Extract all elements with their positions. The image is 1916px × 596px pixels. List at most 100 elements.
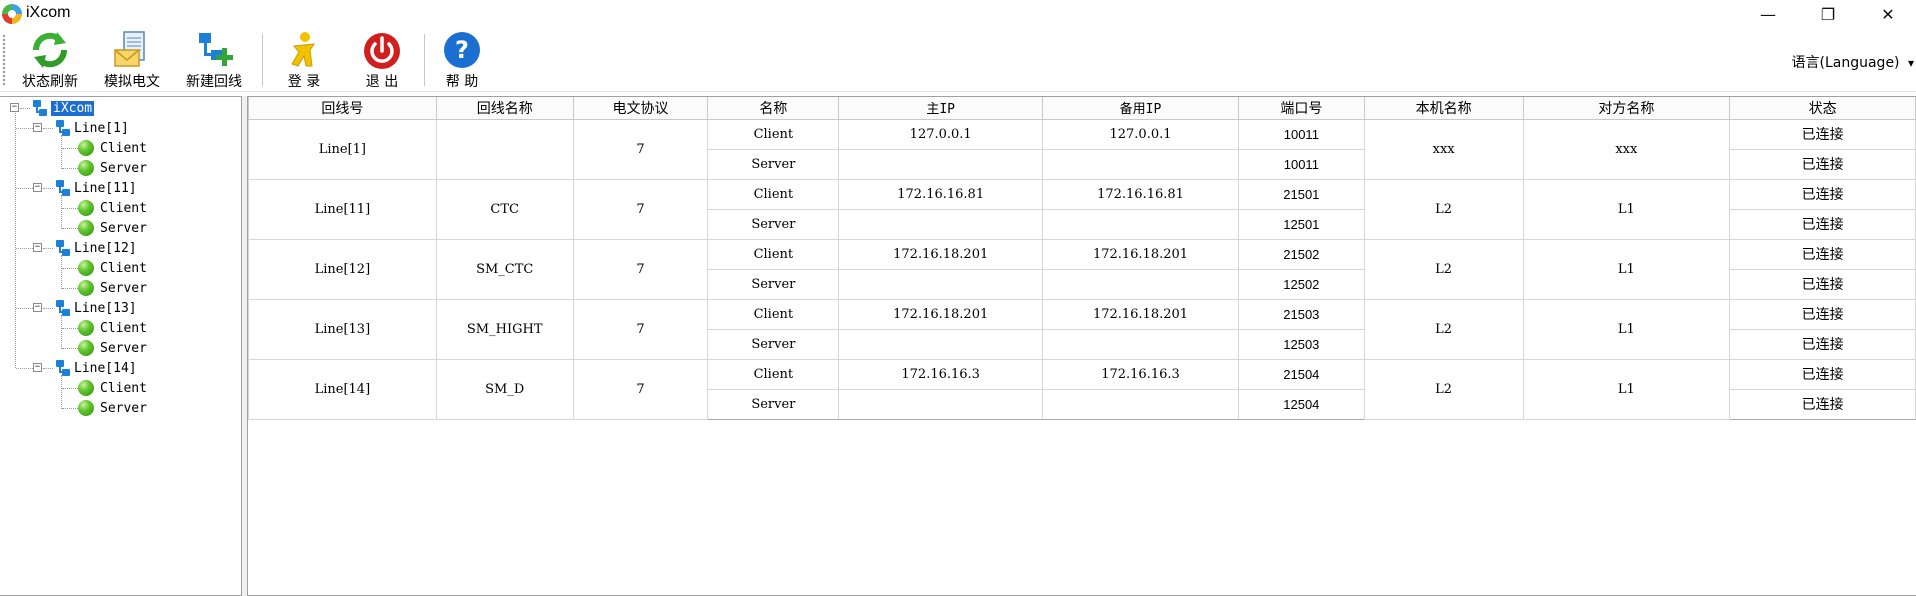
column-header[interactable]: 对方名称 <box>1522 97 1731 120</box>
status-cell: 已连接 <box>1729 148 1916 180</box>
simulate-message-button[interactable]: 模拟电文 <box>98 28 166 90</box>
tree-endpoint-node[interactable]: Server <box>78 279 147 297</box>
tree-endpoint-node[interactable]: Server <box>78 219 147 237</box>
tree-connector <box>62 208 78 209</box>
main-ip-cell <box>838 328 1044 360</box>
column-header[interactable]: 端口号 <box>1237 97 1365 120</box>
tree-connector <box>62 168 78 169</box>
exit-button[interactable]: 退 出 <box>348 28 416 90</box>
column-header[interactable]: 主IP <box>838 97 1044 120</box>
tree-connector <box>15 113 16 368</box>
status-dot-icon <box>78 280 94 296</box>
help-button[interactable]: ? 帮 助 <box>428 28 496 90</box>
chevron-down-icon: ▾ <box>1907 56 1914 70</box>
port-cell: 10011 <box>1237 118 1365 150</box>
column-header[interactable]: 本机名称 <box>1363 97 1524 120</box>
backup-ip-cell: 172.16.16.81 <box>1042 178 1239 210</box>
app-logo-icon <box>2 4 22 24</box>
endpoint-name-cell: Server <box>707 208 840 240</box>
tree-line-label: Line[1] <box>74 120 129 136</box>
tree-endpoint-label: Server <box>100 280 147 296</box>
main-ip-cell: 172.16.16.81 <box>838 178 1044 210</box>
new-line-icon <box>193 30 235 70</box>
svg-text:?: ? <box>455 36 469 64</box>
collapse-toggle-icon[interactable]: − <box>33 363 42 372</box>
tree-line-node[interactable]: Line[12] <box>55 239 137 257</box>
table-row[interactable]: Line[13] SM_HIGHT 7 Client 172.16.18.201 172.… <box>248 298 1916 360</box>
tree-line-label: Line[11] <box>74 180 137 196</box>
tree-connector <box>16 248 33 249</box>
column-header[interactable]: 名称 <box>707 97 840 120</box>
collapse-toggle-icon[interactable]: − <box>33 243 42 252</box>
endpoint-name-cell: Server <box>707 268 840 300</box>
collapse-toggle-icon[interactable]: − <box>33 183 42 192</box>
power-icon <box>361 30 403 70</box>
language-dropdown[interactable]: 语言(Language) ▾ <box>1792 52 1915 72</box>
tree-connector <box>43 248 53 249</box>
tree-line-node[interactable]: Line[14] <box>55 359 137 377</box>
line-name-cell <box>435 118 574 180</box>
tree-endpoint-label: Client <box>100 320 147 336</box>
login-icon <box>283 30 325 70</box>
tree-connector <box>43 308 53 309</box>
tree-endpoint-node[interactable]: Client <box>78 139 147 157</box>
collapse-toggle-icon[interactable]: − <box>10 103 19 112</box>
column-header[interactable]: 回线名称 <box>435 97 574 120</box>
line-name-cell: SM_CTC <box>435 238 574 300</box>
tree-endpoint-node[interactable]: Server <box>78 399 147 417</box>
port-cell: 10011 <box>1237 148 1365 180</box>
status-dot-icon <box>78 380 94 396</box>
tree-endpoint-node[interactable]: Server <box>78 159 147 177</box>
tree-endpoint-node[interactable]: Client <box>78 319 147 337</box>
refresh-status-button[interactable]: 状态刷新 <box>16 28 84 90</box>
restore-button[interactable]: ❐ <box>1800 0 1856 28</box>
tree-root-label: iXcom <box>51 100 95 116</box>
network-icon <box>55 360 71 376</box>
port-cell: 12504 <box>1237 388 1365 420</box>
table-row[interactable]: Line[1] 7 Client 127.0.0.1 127.0.0.1 10011 xxx… <box>248 118 1916 180</box>
table-row[interactable]: Line[12] SM_CTC 7 Client 172.16.18.201 172.16… <box>248 238 1916 300</box>
tree-endpoint-node[interactable]: Client <box>78 379 147 397</box>
local-name-cell: L2 <box>1363 298 1524 360</box>
table-row[interactable]: Line[11] CTC 7 Client 172.16.16.81 172.16.16.… <box>248 178 1916 240</box>
tree-line-node[interactable]: Line[1] <box>55 119 129 137</box>
new-line-button[interactable]: 新建回线 <box>180 28 248 90</box>
port-cell: 21501 <box>1237 178 1365 210</box>
tree-line-node[interactable]: Line[11] <box>55 179 137 197</box>
port-cell: 12503 <box>1237 328 1365 360</box>
backup-ip-cell: 172.16.16.3 <box>1042 358 1239 390</box>
main-ip-cell: 172.16.18.201 <box>838 298 1044 330</box>
collapse-toggle-icon[interactable]: − <box>33 303 42 312</box>
toolbar-grip[interactable] <box>2 34 6 86</box>
endpoint-name-cell: Server <box>707 148 840 180</box>
remote-name-cell: L1 <box>1522 178 1731 240</box>
new-line-label: 新建回线 <box>186 74 242 90</box>
tree-root[interactable]: iXcom <box>32 99 95 117</box>
backup-ip-cell <box>1042 208 1239 240</box>
collapse-toggle-icon[interactable]: − <box>33 123 42 132</box>
line-number-cell: Line[11] <box>248 178 437 240</box>
port-cell: 21504 <box>1237 358 1365 390</box>
main-ip-cell <box>838 148 1044 180</box>
column-header[interactable]: 回线号 <box>248 97 437 120</box>
column-header[interactable]: 电文协议 <box>572 97 709 120</box>
tree-endpoint-label: Client <box>100 200 147 216</box>
tree-connector <box>62 328 78 329</box>
line-number-cell: Line[12] <box>248 238 437 300</box>
tree-endpoint-node[interactable]: Client <box>78 259 147 277</box>
column-header[interactable]: 状态 <box>1729 97 1916 120</box>
network-icon <box>55 120 71 136</box>
remote-name-cell: L1 <box>1522 298 1731 360</box>
local-name-cell: L2 <box>1363 178 1524 240</box>
status-dot-icon <box>78 260 94 276</box>
minimize-button[interactable]: — <box>1740 0 1796 28</box>
exit-label: 退 出 <box>365 74 399 90</box>
tree-endpoint-node[interactable]: Client <box>78 199 147 217</box>
login-button[interactable]: 登 录 <box>270 28 338 90</box>
tree-endpoint-node[interactable]: Server <box>78 339 147 357</box>
table-row[interactable]: Line[14] SM_D 7 Client 172.16.16.3 172.16.16.… <box>248 358 1916 420</box>
tree-connector <box>43 188 53 189</box>
tree-line-node[interactable]: Line[13] <box>55 299 137 317</box>
column-header[interactable]: 备用IP <box>1042 97 1239 120</box>
close-button[interactable]: ✕ <box>1860 0 1916 28</box>
